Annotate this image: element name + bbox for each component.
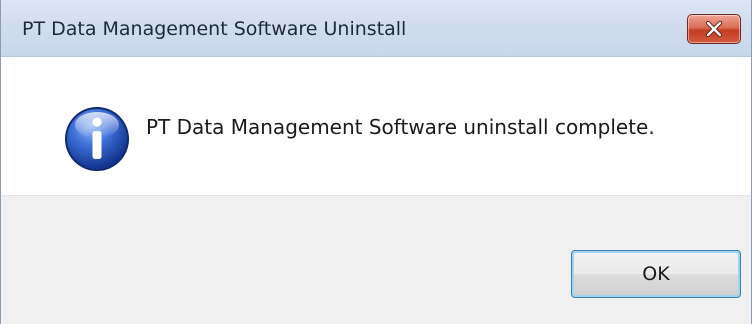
- title-bar[interactable]: PT Data Management Software Uninstall: [1, 0, 751, 57]
- completion-message: PT Data Management Software uninstall co…: [146, 115, 655, 139]
- ok-button[interactable]: OK: [571, 250, 741, 298]
- close-button[interactable]: [687, 14, 741, 44]
- information-icon: [65, 107, 129, 171]
- message-area: PT Data Management Software uninstall co…: [1, 57, 751, 195]
- close-icon: [705, 21, 723, 37]
- button-bar: OK: [1, 195, 751, 324]
- window-title: PT Data Management Software Uninstall: [22, 18, 407, 40]
- uninstall-dialog: PT Data Management Software Uninstall PT…: [0, 0, 752, 324]
